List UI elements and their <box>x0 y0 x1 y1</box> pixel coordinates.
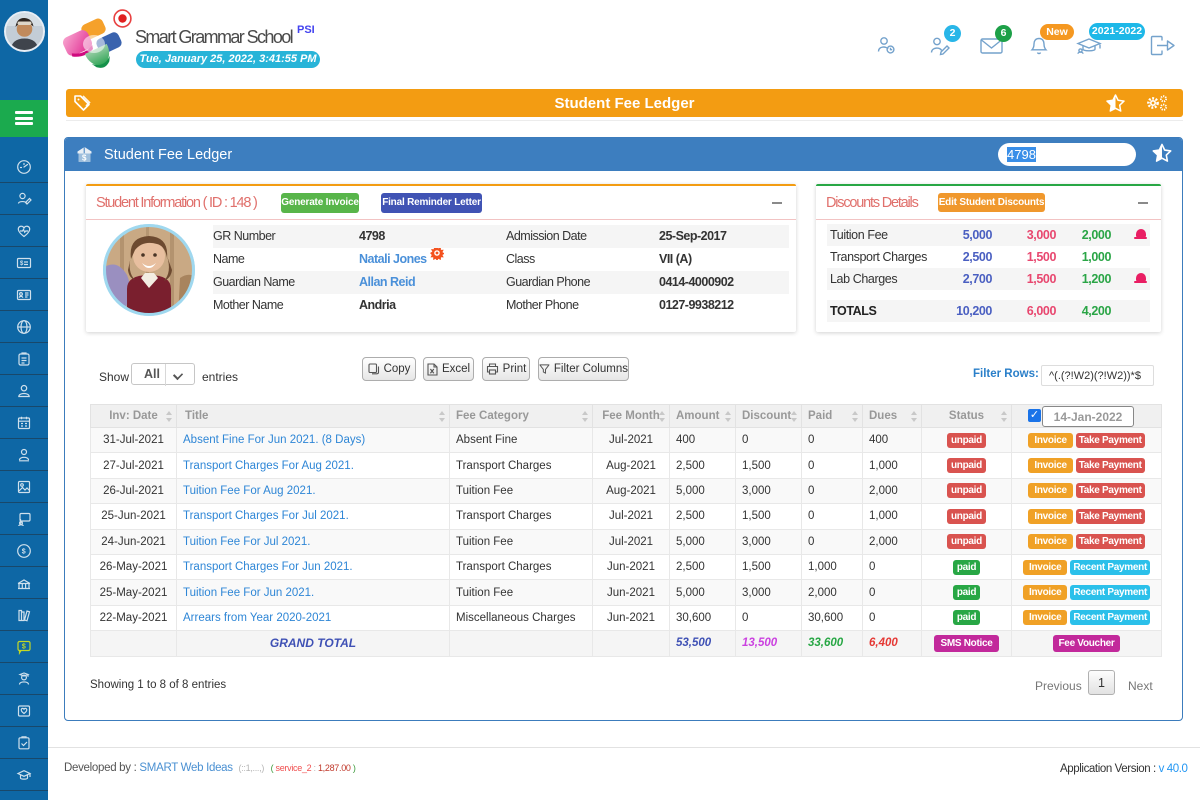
svg-text:$: $ <box>22 548 26 555</box>
svg-text:$: $ <box>22 643 26 650</box>
svg-text:$: $ <box>20 261 24 267</box>
svg-text:$: $ <box>82 154 87 163</box>
